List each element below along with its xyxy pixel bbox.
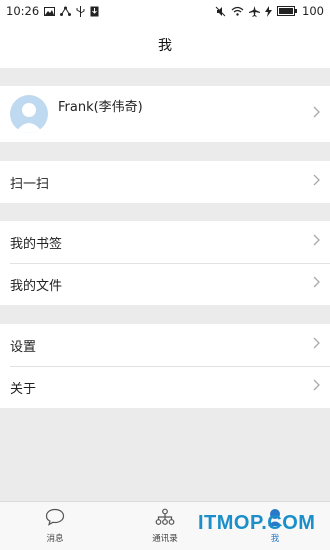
settings-section: 设置 关于 [0,324,330,408]
chevron-right-icon [313,337,320,353]
battery-level: 100 [302,4,324,18]
status-bar: 10:26 100 [0,0,330,22]
about-row[interactable]: 关于 [0,366,330,408]
bookmarks-row[interactable]: 我的书签 [0,221,330,263]
scan-label: 扫一扫 [10,176,50,192]
profile-row[interactable]: Frank(李伟奇) [0,86,330,142]
charging-icon [265,5,273,17]
files-label: 我的文件 [10,278,63,294]
profile-section: Frank(李伟奇) [0,86,330,142]
share-icon [60,6,72,16]
chat-bubble-icon [45,508,65,529]
org-chart-icon [155,508,175,529]
profile-name: Frank(李伟奇) [58,99,143,115]
chevron-right-icon [313,174,320,190]
usb-icon [76,5,85,17]
wifi-icon [231,6,244,16]
page-title: 我 [158,38,172,54]
scan-section: 扫一扫 [0,161,330,203]
page-header: 我 [0,22,330,68]
about-label: 关于 [10,381,37,397]
bookmarks-label: 我的书签 [10,236,63,252]
tab-messages[interactable]: 消息 [0,502,110,550]
mute-icon [215,6,226,17]
airplane-icon [249,5,261,17]
settings-row[interactable]: 设置 [0,324,330,366]
tab-label: 通讯录 [152,534,178,544]
image-icon [44,6,56,16]
chevron-right-icon [313,234,320,250]
files-row[interactable]: 我的文件 [0,263,330,305]
chevron-right-icon [313,106,320,122]
tab-label: 消息 [46,534,64,544]
battery-icon [277,6,298,16]
settings-label: 设置 [10,339,37,355]
chevron-right-icon [313,379,320,395]
scan-row[interactable]: 扫一扫 [0,161,330,203]
site-watermark: ITMOP.COM [198,512,316,534]
status-time: 10:26 [6,4,40,18]
download-icon [90,6,99,17]
chevron-right-icon [313,276,320,292]
avatar [10,95,48,133]
docs-section: 我的书签 我的文件 [0,221,330,305]
